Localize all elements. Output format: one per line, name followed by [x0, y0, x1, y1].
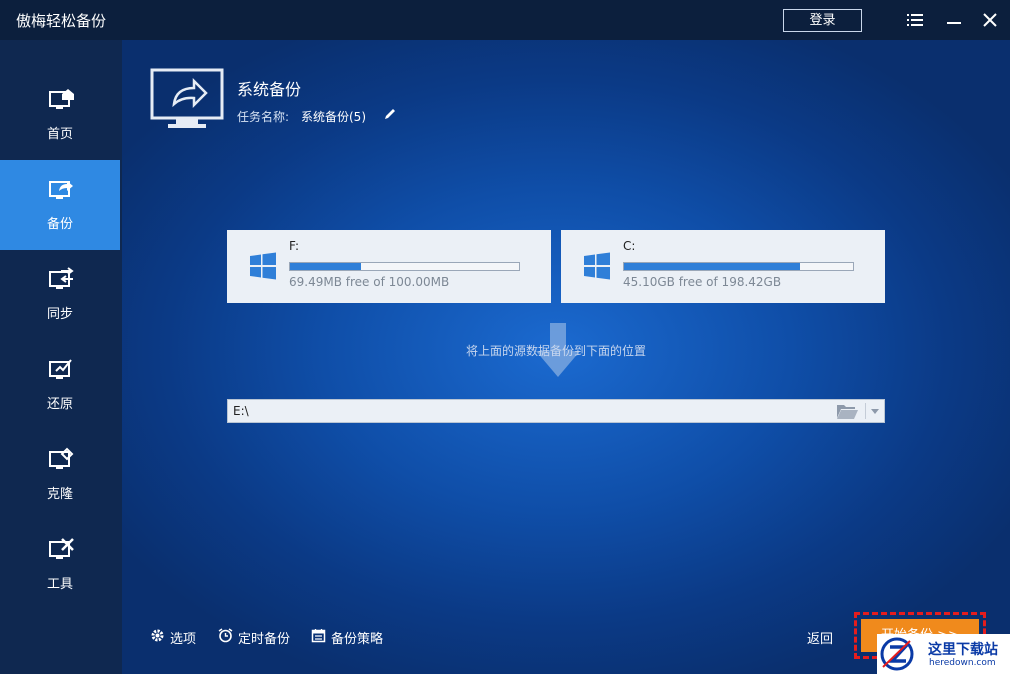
sidebar-item-label: 还原: [46, 397, 73, 412]
sidebar-item-tools[interactable]: 工具: [0, 520, 120, 610]
site-logo: [880, 637, 914, 671]
watermark-title: 这里下载站: [928, 642, 998, 658]
destination-path-field[interactable]: E:\: [227, 399, 885, 423]
menu-icon[interactable]: [906, 11, 924, 29]
usage-bar: [623, 262, 854, 271]
folder-open-icon[interactable]: [836, 403, 858, 420]
sidebar-item-clone[interactable]: 克隆: [0, 430, 120, 520]
task-name-label: 任务名称:: [237, 110, 290, 124]
minimize-icon[interactable]: [945, 11, 963, 29]
home-monitor-icon: [49, 89, 74, 109]
sidebar-item-label: 备份: [46, 217, 73, 232]
app-title: 傲梅轻松备份: [16, 12, 107, 30]
backup-monitor-icon: [150, 68, 224, 128]
sidebar-item-label: 同步: [46, 307, 73, 322]
source-partition-card[interactable]: F: 69.49MB free of 100.00MB: [227, 230, 551, 303]
gear-icon: [151, 629, 164, 642]
site-watermark: 这里下载站 heredown.com: [877, 634, 1010, 674]
sidebar-item-sync[interactable]: 同步: [0, 250, 120, 340]
usage-bar-fill: [624, 263, 801, 270]
source-partition-card[interactable]: C: 45.10GB free of 198.42GB: [561, 230, 885, 303]
partition-name: C:: [623, 239, 636, 253]
watermark-url: heredown.com: [929, 658, 996, 668]
sidebar-item-label: 首页: [46, 127, 73, 142]
schedule-label: 定时备份: [238, 632, 291, 647]
sidebar-item-label: 克隆: [46, 487, 73, 502]
pencil-icon[interactable]: [384, 108, 396, 120]
sidebar: 首页 备份 同步 还原 克隆 工具: [0, 40, 122, 674]
clone-monitor-icon: [49, 447, 74, 469]
login-button[interactable]: 登录: [783, 9, 862, 32]
sync-monitor-icon: [49, 267, 74, 289]
windows-icon: [250, 252, 276, 280]
tools-monitor-icon: [49, 538, 74, 559]
close-icon[interactable]: [981, 11, 999, 29]
partition-name: F:: [289, 239, 300, 253]
chevron-down-icon[interactable]: [870, 408, 880, 416]
partition-capacity: 69.49MB free of 100.00MB: [289, 275, 450, 289]
back-button[interactable]: 返回: [807, 628, 833, 647]
restore-monitor-icon: [49, 359, 72, 379]
sidebar-item-label: 工具: [46, 577, 73, 592]
backup-scheme-label: 备份策略: [331, 632, 384, 647]
usage-bar-fill: [290, 263, 361, 270]
backup-monitor-icon: [49, 181, 73, 199]
options-label: 选项: [170, 632, 197, 647]
page-title: 系统备份: [237, 80, 302, 99]
destination-path-value: E:\: [233, 404, 249, 418]
usage-bar: [289, 262, 520, 271]
instruction-text: 将上面的源数据备份到下面的位置: [465, 344, 646, 358]
alarm-clock-icon: [218, 628, 233, 643]
sidebar-item-home[interactable]: 首页: [0, 70, 120, 160]
sidebar-item-restore[interactable]: 还原: [0, 340, 120, 430]
task-name-value: 系统备份(5): [301, 110, 366, 124]
sidebar-item-backup[interactable]: 备份: [0, 160, 120, 250]
app-window: 傲梅轻松备份 登录 首页 备份 同步 还原 克隆 工具 系统备份 任务名称: 系…: [0, 0, 1010, 674]
main-panel: 系统备份 任务名称: 系统备份(5) F: 69.49MB free of 10…: [122, 40, 1010, 674]
partition-capacity: 45.10GB free of 198.42GB: [623, 275, 782, 289]
windows-icon: [584, 252, 610, 280]
title-bar: 傲梅轻松备份 登录: [0, 0, 1010, 40]
field-divider: [865, 403, 866, 419]
calendar-list-icon: [311, 629, 326, 643]
